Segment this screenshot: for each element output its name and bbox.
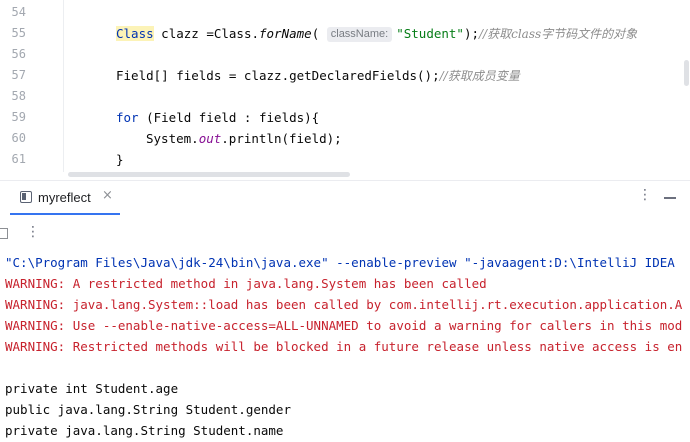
- console-line-warning: WARNING: A restricted method in java.lan…: [5, 276, 487, 291]
- indent-guide: [63, 0, 64, 172]
- run-tab-label: myreflect: [38, 190, 91, 205]
- console-line-warning: WARNING: Use --enable-native-access=ALL-…: [5, 318, 683, 333]
- run-tool-window: myreflect × ⋮ ⋮ "C:\Program Files\Java\j…: [0, 180, 690, 442]
- code-text: .println(field);: [221, 131, 342, 146]
- closing-brace: }: [116, 152, 124, 167]
- console-line-warning: WARNING: Restricted methods will be bloc…: [5, 339, 683, 354]
- horizontal-scrollbar[interactable]: [68, 172, 350, 177]
- run-tab-myreflect[interactable]: myreflect ×: [10, 181, 120, 215]
- code-line-55[interactable]: Class clazz =Class.forName( className: "S…: [116, 23, 637, 45]
- console-line-warning: WARNING: java.lang.System::load has been…: [5, 297, 683, 312]
- line-number: 56: [11, 47, 26, 61]
- line-number: 55: [11, 26, 26, 40]
- code-text: );: [463, 26, 480, 41]
- code-comment: //获取成员变量: [439, 69, 520, 83]
- class-keyword: Class: [116, 26, 154, 41]
- line-number-gutter: 54 55 56 57 58 59 60 61: [0, 0, 30, 180]
- code-editor[interactable]: 54 55 56 57 58 59 60 61 Class clazz =Cla…: [0, 0, 690, 180]
- code-line-57[interactable]: Field[] fields = clazz.getDeclaredFields…: [116, 65, 520, 87]
- code-line-60[interactable]: System.out.println(field);: [146, 128, 342, 149]
- code-line-59[interactable]: for (Field field : fields){: [116, 107, 319, 128]
- code-line-61[interactable]: }: [116, 149, 124, 170]
- for-keyword: for: [116, 110, 139, 125]
- code-text: (: [311, 26, 320, 41]
- static-field: out: [198, 131, 222, 146]
- string-literal: "Student": [396, 26, 464, 41]
- console-line-output: public java.lang.String Student.gender: [5, 402, 291, 417]
- code-text: Field[] fields = clazz.getDeclaredFields…: [116, 68, 440, 83]
- code-comment: //获取class字节码文件的对象: [479, 27, 638, 41]
- line-number: 57: [11, 68, 26, 82]
- close-icon[interactable]: ×: [102, 188, 113, 203]
- parameter-hint: className:: [326, 27, 393, 42]
- method-name: forName: [259, 26, 312, 41]
- console-line-output: private int Student.age: [5, 381, 179, 396]
- more-vertical-icon[interactable]: ⋮: [26, 224, 40, 240]
- line-number: 59: [11, 110, 26, 124]
- line-number: 61: [11, 152, 26, 166]
- console-output[interactable]: "C:\Program Files\Java\jdk-24\bin\java.e…: [0, 252, 690, 442]
- code-text: (Field field : fields){: [138, 110, 320, 125]
- minimize-icon[interactable]: [664, 197, 676, 199]
- code-text: System.: [146, 131, 199, 146]
- line-number: 54: [11, 5, 26, 19]
- vertical-scrollbar[interactable]: [684, 60, 689, 86]
- line-number: 58: [11, 89, 26, 103]
- run-config-icon: [20, 191, 32, 203]
- console-line-command: "C:\Program Files\Java\jdk-24\bin\java.e…: [5, 255, 675, 270]
- more-vertical-icon[interactable]: ⋮: [638, 187, 652, 203]
- active-tab-indicator: [10, 213, 120, 215]
- console-toolbar: ⋮: [0, 223, 690, 245]
- console-line-output: private java.lang.String Student.name: [5, 423, 284, 438]
- code-text: clazz =Class.: [153, 26, 259, 41]
- stop-icon[interactable]: [0, 228, 8, 239]
- line-number: 60: [11, 131, 26, 145]
